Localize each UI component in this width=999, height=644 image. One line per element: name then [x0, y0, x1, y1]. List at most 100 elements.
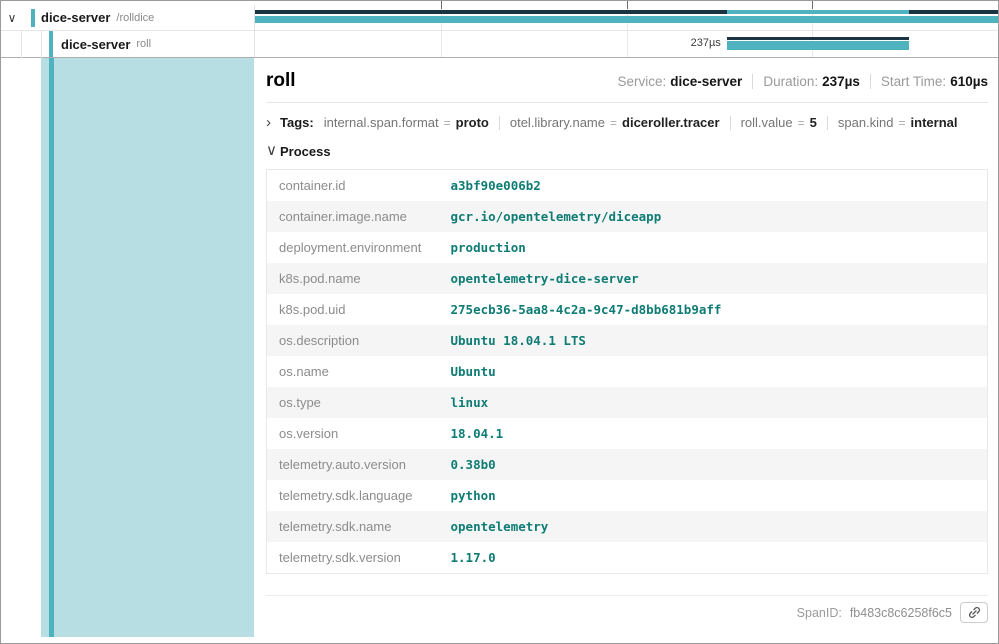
process-value: 18.04.1 — [439, 418, 988, 449]
tags-accordion-header[interactable]: › Tags: internal.span.format=proto otel.… — [266, 115, 988, 130]
process-key: container.image.name — [267, 201, 439, 232]
process-value: production — [439, 232, 988, 263]
service-color-bar — [49, 31, 53, 57]
span-detail-panel: roll Service:dice-server Duration:237µs … — [254, 58, 998, 631]
process-key: telemetry.auto.version — [267, 449, 439, 480]
collapse-chevron-icon[interactable]: ∨ — [1, 11, 23, 25]
divider — [870, 74, 871, 89]
table-row: os.nameUbuntu — [267, 356, 988, 387]
span-bar-segment — [727, 10, 909, 14]
process-value: Ubuntu 18.04.1 LTS — [439, 325, 988, 356]
process-key: os.type — [267, 387, 439, 418]
table-row: telemetry.sdk.version1.17.0 — [267, 542, 988, 574]
service-name: dice-server — [41, 10, 110, 25]
left-rail — [1, 58, 254, 643]
link-icon — [967, 605, 982, 620]
jaeger-trace-detail-page: ∨ dice-server /rolldice — [0, 0, 999, 644]
process-key: k8s.pod.name — [267, 263, 439, 294]
timeline-gridline — [441, 31, 442, 57]
table-row: k8s.pod.uid275ecb36-5aa8-4c2a-9c47-d8bb6… — [267, 294, 988, 325]
span-timeline-cell — [254, 5, 998, 31]
span-title: roll — [266, 70, 617, 92]
process-value: Ubuntu — [439, 356, 988, 387]
process-value: opentelemetry — [439, 511, 988, 542]
chevron-down-icon: ∨ — [266, 143, 280, 158]
critical-path-bar — [909, 10, 998, 14]
divider — [266, 102, 988, 103]
table-row: os.version18.04.1 — [267, 418, 988, 449]
span-meta: Service:dice-server Duration:237µs Start… — [617, 74, 988, 89]
copy-link-button[interactable] — [960, 602, 988, 623]
operation-name: /rolldice — [116, 12, 154, 24]
span-row-rolldice[interactable]: ∨ dice-server /rolldice — [1, 5, 998, 31]
process-value: 275ecb36-5aa8-4c2a-9c47-d8bb681b9aff — [439, 294, 988, 325]
table-row: deployment.environmentproduction — [267, 232, 988, 263]
span-timeline-cell: 237µs — [254, 31, 998, 57]
span-row-roll[interactable]: dice-server roll 237µs — [1, 31, 998, 57]
start-time-meta: Start Time:610µs — [881, 74, 988, 89]
operation-name: roll — [136, 38, 151, 50]
span-id-value: fb483c8c6258f6c5 — [850, 606, 952, 620]
start-time-meta-value: 610µs — [950, 74, 988, 89]
trace-detail-body: roll Service:dice-server Duration:237µs … — [1, 58, 998, 643]
timeline-tick — [812, 1, 813, 9]
process-key-value-table: container.ida3bf90e006b2 container.image… — [266, 169, 988, 574]
table-row: k8s.pod.nameopentelemetry-dice-server — [267, 263, 988, 294]
duration-meta-value: 237µs — [822, 74, 860, 89]
child-span-bar[interactable] — [727, 41, 909, 50]
process-value: opentelemetry-dice-server — [439, 263, 988, 294]
process-key: os.name — [267, 356, 439, 387]
selected-span-highlight — [41, 58, 254, 637]
span-name-cell[interactable]: dice-server roll — [1, 31, 254, 57]
table-row: os.descriptionUbuntu 18.04.1 LTS — [267, 325, 988, 356]
duration-meta: Duration:237µs — [763, 74, 860, 89]
table-row: telemetry.sdk.languagepython — [267, 480, 988, 511]
process-key: os.version — [267, 418, 439, 449]
divider — [499, 116, 500, 130]
tag-item: internal.span.format=proto — [324, 115, 489, 130]
process-key: container.id — [267, 170, 439, 202]
chevron-right-icon: › — [266, 115, 280, 130]
row-gutter — [1, 58, 41, 643]
process-key: deployment.environment — [267, 232, 439, 263]
trace-span-rows: ∨ dice-server /rolldice — [1, 1, 998, 58]
service-name: dice-server — [61, 37, 130, 52]
process-value: gcr.io/opentelemetry/diceapp — [439, 201, 988, 232]
indent-spacer — [1, 31, 49, 57]
process-value: a3bf90e006b2 — [439, 170, 988, 202]
table-row: container.image.namegcr.io/opentelemetry… — [267, 201, 988, 232]
tag-item: span.kind=internal — [838, 115, 958, 130]
divider — [730, 116, 731, 130]
process-accordion-header[interactable]: ∨ Process — [266, 144, 988, 159]
process-key: telemetry.sdk.version — [267, 542, 439, 574]
table-row: os.typelinux — [267, 387, 988, 418]
service-meta-value: dice-server — [670, 74, 742, 89]
tags-label: Tags: — [280, 115, 314, 130]
critical-path-bar — [255, 10, 727, 14]
timeline-tick — [441, 1, 442, 9]
span-detail-header: roll Service:dice-server Duration:237µs … — [266, 68, 988, 92]
service-meta: Service:dice-server — [617, 74, 742, 89]
span-detail-footer: SpanID: fb483c8c6258f6c5 — [266, 595, 988, 623]
table-row: telemetry.auto.version0.38b0 — [267, 449, 988, 480]
process-value: linux — [439, 387, 988, 418]
process-key: os.description — [267, 325, 439, 356]
process-key: k8s.pod.uid — [267, 294, 439, 325]
process-value: 0.38b0 — [439, 449, 988, 480]
tag-item: roll.value=5 — [741, 115, 817, 130]
service-color-bar — [31, 9, 35, 27]
root-span-bar[interactable] — [255, 16, 998, 23]
service-color-bar — [49, 58, 54, 637]
divider — [827, 116, 828, 130]
process-key: telemetry.sdk.name — [267, 511, 439, 542]
process-key: telemetry.sdk.language — [267, 480, 439, 511]
tag-item: otel.library.name=diceroller.tracer — [510, 115, 720, 130]
span-id-label: SpanID: — [797, 606, 842, 620]
critical-path-bar — [727, 37, 909, 40]
table-row: telemetry.sdk.nameopentelemetry — [267, 511, 988, 542]
span-duration-label: 237µs — [691, 37, 721, 49]
timeline-tick — [627, 1, 628, 9]
span-name-cell[interactable]: ∨ dice-server /rolldice — [1, 5, 254, 31]
process-label: Process — [280, 144, 331, 159]
process-value: python — [439, 480, 988, 511]
